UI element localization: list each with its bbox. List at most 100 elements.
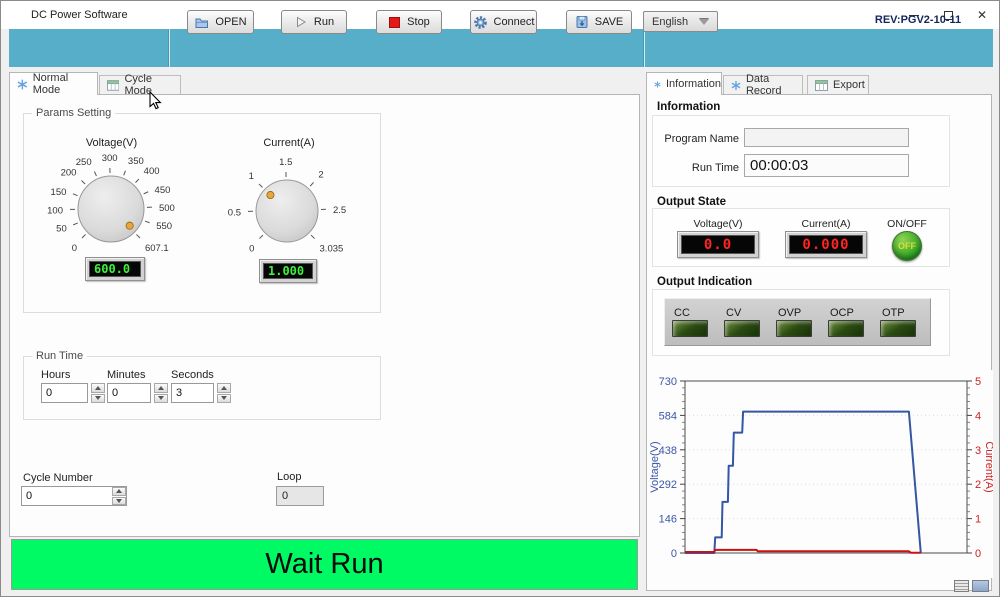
open-button[interactable]: OPEN [187, 10, 254, 34]
tab-cycle-mode[interactable]: Cycle Mode [99, 75, 181, 94]
svg-text:0.5: 0.5 [228, 207, 241, 218]
svg-text:2: 2 [318, 169, 323, 180]
svg-text:500: 500 [159, 203, 175, 214]
svg-text:400: 400 [144, 166, 160, 177]
svg-text:300: 300 [102, 153, 118, 164]
tab-cycle-mode-label: Cycle Mode [124, 73, 180, 97]
onoff-button-state: OFF [898, 241, 916, 251]
cc-indicator-led [672, 320, 708, 337]
params-setting-label: Params Setting [32, 107, 115, 119]
down-arrow-icon [116, 499, 122, 503]
output-current-value: 0.000 [789, 235, 863, 254]
cycle-increment-button[interactable] [112, 487, 126, 496]
snowflake-icon [654, 79, 661, 90]
app-window: DC Power Software ✕ OPEN Run Stop Connec… [0, 0, 1000, 597]
tab-normal-mode[interactable]: Normal Mode [9, 72, 98, 95]
run-button[interactable]: Run [281, 10, 347, 34]
svg-text:4: 4 [975, 410, 981, 422]
seconds-increment-button[interactable] [217, 383, 231, 393]
program-name-label: Program Name [651, 133, 739, 145]
tab-information[interactable]: Information [646, 72, 722, 95]
run-play-icon [294, 15, 308, 29]
hours-decrement-button[interactable] [91, 394, 105, 404]
hours-label: Hours [41, 369, 70, 381]
svg-text:2: 2 [975, 479, 981, 491]
minutes-input[interactable] [107, 383, 151, 403]
ocp-indicator-led [828, 320, 864, 337]
svg-text:50: 50 [56, 224, 67, 235]
svg-text:150: 150 [51, 187, 67, 198]
ovp-indicator-led [776, 320, 812, 337]
voltage-setpoint-value: 600.0 [89, 261, 141, 277]
connect-gear-icon [473, 15, 488, 30]
svg-text:0: 0 [671, 548, 677, 560]
svg-text:1.5: 1.5 [279, 157, 292, 168]
onoff-button[interactable]: OFF [892, 231, 922, 261]
stop-button[interactable]: Stop [376, 10, 442, 34]
open-button-label: OPEN [215, 16, 246, 28]
save-button[interactable]: SAVE [566, 10, 632, 34]
toolbar [9, 29, 993, 67]
up-arrow-icon [116, 489, 122, 493]
output-state-heading: Output State [657, 196, 726, 208]
language-dropdown-value: English [652, 16, 688, 28]
run-button-label: Run [314, 16, 334, 28]
svg-text:Current(A): Current(A) [983, 441, 993, 492]
voltage-knob[interactable]: 050100150200250300350400450500550607.1 [34, 147, 192, 263]
down-arrow-icon [95, 396, 101, 400]
svg-text:146: 146 [659, 514, 677, 526]
svg-text:250: 250 [76, 157, 92, 168]
seconds-decrement-button[interactable] [217, 394, 231, 404]
program-name-input[interactable] [744, 128, 909, 147]
tab-export[interactable]: Export [807, 75, 869, 94]
svg-text:550: 550 [156, 221, 172, 232]
svg-text:0: 0 [72, 243, 77, 254]
svg-text:438: 438 [659, 445, 677, 457]
current-knob-label: Current(A) [214, 137, 364, 149]
otp-indicator-led [880, 320, 916, 337]
up-arrow-icon [221, 386, 227, 390]
cv-indicator-led [724, 320, 760, 337]
minutes-increment-button[interactable] [154, 383, 168, 393]
graph-palette-icon[interactable] [954, 580, 969, 592]
minutes-spinner [154, 383, 168, 403]
snowflake-icon [17, 79, 28, 90]
run-time-label: Run Time [651, 162, 739, 174]
down-arrow-icon [221, 396, 227, 400]
tab-information-label: Information [666, 78, 721, 90]
tab-data-record[interactable]: Data Record [723, 75, 803, 94]
cv-indicator-label: CV [726, 307, 741, 319]
minutes-decrement-button[interactable] [154, 394, 168, 404]
cycle-decrement-button[interactable] [112, 497, 126, 506]
hours-input[interactable] [41, 383, 88, 403]
output-voltage-value: 0.0 [681, 235, 755, 254]
table-icon [815, 80, 828, 91]
snowflake-icon [731, 80, 741, 91]
voltage-setpoint-display[interactable]: 600.0 [85, 257, 145, 281]
otp-indicator-label: OTP [882, 307, 905, 319]
hours-increment-button[interactable] [91, 383, 105, 393]
svg-text:3.035: 3.035 [320, 244, 344, 255]
seconds-input[interactable] [171, 383, 214, 403]
current-setpoint-value: 1.000 [263, 263, 313, 279]
svg-text:450: 450 [155, 185, 171, 196]
information-heading: Information [657, 101, 720, 113]
connect-button-label: Connect [494, 16, 535, 28]
connect-button[interactable]: Connect [470, 10, 537, 34]
svg-text:607.1: 607.1 [145, 243, 169, 254]
output-current-label: Current(A) [783, 218, 869, 230]
open-folder-icon [194, 15, 209, 30]
graph-zoom-icon[interactable] [972, 580, 989, 592]
table-icon [107, 80, 119, 91]
seconds-spinner [217, 383, 231, 403]
save-disk-icon [575, 15, 589, 29]
current-setpoint-display[interactable]: 1.000 [259, 259, 317, 283]
tab-normal-mode-label: Normal Mode [33, 72, 97, 96]
seconds-label: Seconds [171, 369, 214, 381]
language-dropdown[interactable]: English [643, 11, 718, 32]
output-indication-heading: Output Indication [657, 276, 752, 288]
status-banner-text: Wait Run [265, 548, 383, 581]
window-title: DC Power Software [31, 9, 128, 21]
current-knob[interactable]: 00.511.522.53.035 [214, 149, 364, 263]
svg-text:730: 730 [659, 376, 677, 388]
